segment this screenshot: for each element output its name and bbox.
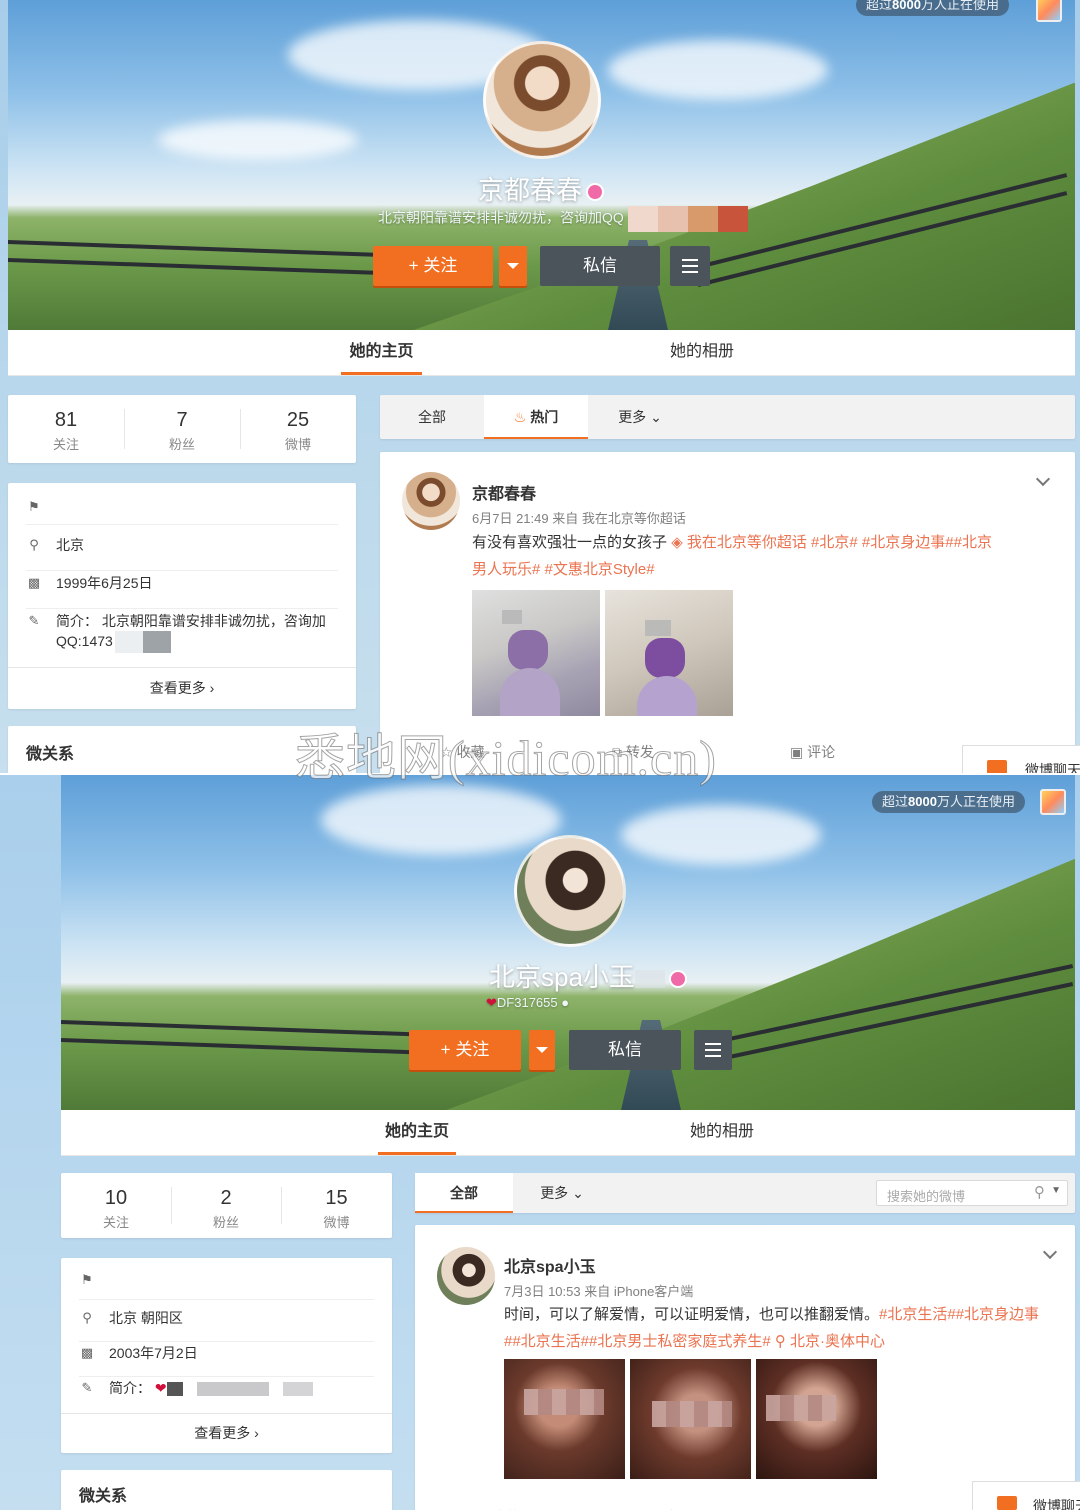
location-pin-icon: ⚲ xyxy=(82,1310,92,1325)
follow-counts: 81 关注 7 粉丝 25 微博 xyxy=(8,395,356,463)
member-badge-icon xyxy=(668,970,687,989)
posts-count[interactable]: 15 微博 xyxy=(281,1173,392,1238)
post-image[interactable] xyxy=(630,1359,751,1479)
lock-icon: ● xyxy=(561,995,570,1010)
post-meta: 7月3日 10:53 来自 iPhone客户端 xyxy=(504,1284,694,1299)
menu-icon xyxy=(705,1043,721,1045)
following-count[interactable]: 10 关注 xyxy=(61,1173,171,1238)
tab-more[interactable]: 更多 ⌄ xyxy=(588,395,692,439)
tab-all[interactable]: 全部 xyxy=(415,1173,513,1213)
chevron-down-icon[interactable] xyxy=(1042,1244,1058,1260)
message-button[interactable]: 私信 xyxy=(540,246,660,286)
site-watermark: 悉地网(xidicom.cn) xyxy=(295,730,717,787)
feed-filter-tabs: 全部 更多 ⌄ 搜索她的微博 ⚲ ▼ xyxy=(415,1173,1075,1213)
search-icon[interactable]: ⚲ xyxy=(1034,1183,1045,1201)
post-text: 时间，可以了解爱情，可以证明爱情，也可以推翻爱情。#北京生活##北京身边事 ##… xyxy=(504,1306,1040,1350)
bookmark-icon: ⚑ xyxy=(28,499,40,514)
chevron-down-icon[interactable]: ▼ xyxy=(1051,1185,1061,1196)
qr-code-icon[interactable] xyxy=(1036,0,1062,22)
search-input[interactable]: 搜索她的微博 ⚲ ▼ xyxy=(876,1180,1068,1206)
profile-screenshot-1: 超过8000万人正在使用 京都春春 北京朝阳靠谱安排非诚勿扰，咨询加QQ + 关… xyxy=(0,0,1080,773)
profile-subline: ❤DF317655 ● xyxy=(486,995,570,1010)
profile-screenshot-2: 超过8000万人正在使用 北京spa小玉 ❤DF317655 ● + 关注 私信… xyxy=(0,775,1080,1510)
followers-count[interactable]: 2 粉丝 xyxy=(171,1173,281,1238)
post-image[interactable] xyxy=(472,590,600,716)
mail-icon xyxy=(997,1496,1017,1510)
avatar[interactable] xyxy=(514,835,626,947)
followers-count[interactable]: 7 粉丝 xyxy=(124,395,240,463)
follow-dropdown-button[interactable] xyxy=(499,246,527,286)
chat-widget[interactable]: 微博聊天 xyxy=(962,745,1080,773)
posts-count[interactable]: 25 微博 xyxy=(240,395,356,463)
bio-row: ✎ 简介： ❤ xyxy=(79,1378,374,1410)
cake-icon: ▩ xyxy=(80,1345,94,1360)
birthday-row: ▩ 1999年6月25日 xyxy=(26,573,338,609)
post-image[interactable] xyxy=(504,1359,625,1479)
location-pin-icon: ⚲ xyxy=(774,1333,791,1350)
profile-info-card: ⚑ ⚲ 北京 朝阳区 ▩ 2003年7月2日 ✎ 简介： ❤ 查看更多 › xyxy=(61,1258,392,1453)
user-count-badge: 超过8000万人正在使用 xyxy=(856,0,1009,16)
cake-icon: ▩ xyxy=(27,575,41,590)
post-text: 有没有喜欢强壮一点的女孩子 ◈ 我在北京等你超话 #北京# #北京身边事##北京… xyxy=(472,534,992,578)
post-image[interactable] xyxy=(756,1359,877,1479)
bookmark-icon: ⚑ xyxy=(81,1272,93,1287)
tab-album[interactable]: 她的相册 xyxy=(660,330,744,375)
mail-icon xyxy=(987,760,1007,773)
heart-icon: ❤ xyxy=(154,1380,167,1396)
location-row: ⚲ 北京 xyxy=(26,535,338,571)
following-count[interactable]: 81 关注 xyxy=(8,395,124,463)
qr-code-icon[interactable] xyxy=(1040,789,1066,815)
tab-home[interactable]: 她的主页 xyxy=(341,330,422,375)
avatar[interactable] xyxy=(483,41,601,159)
message-button[interactable]: 私信 xyxy=(569,1030,681,1070)
post-author[interactable]: 北京spa小玉 xyxy=(504,1253,596,1277)
follow-button[interactable]: + 关注 xyxy=(373,246,493,286)
member-badge-icon xyxy=(586,183,605,202)
bio-row: ✎ 简介： 北京朝阳靠谱安排非诚勿扰，咨询加 QQ:1473 xyxy=(26,611,338,657)
birthday-row: ▩ 2003年7月2日 xyxy=(79,1343,374,1377)
post-author[interactable]: 京都春春 xyxy=(472,480,536,504)
edit-icon: ✎ xyxy=(28,613,40,628)
supertopic-icon: ◈ xyxy=(671,534,687,551)
profile-nickname: 北京spa小玉 xyxy=(489,957,687,994)
menu-icon xyxy=(682,259,698,261)
chat-widget[interactable]: 微博聊天 xyxy=(972,1481,1080,1510)
more-menu-button[interactable] xyxy=(670,246,710,286)
location-pin-icon: ⚲ xyxy=(29,537,39,552)
post-avatar[interactable] xyxy=(402,472,460,530)
tab-home[interactable]: 她的主页 xyxy=(378,1110,456,1155)
edit-icon: ✎ xyxy=(81,1380,93,1395)
tab-all[interactable]: 全部 xyxy=(380,395,484,439)
follow-dropdown-button[interactable] xyxy=(529,1030,555,1070)
profile-tabs: 她的主页 她的相册 xyxy=(61,1110,1075,1156)
heart-icon: ❤ xyxy=(486,995,497,1010)
post-avatar[interactable] xyxy=(437,1247,495,1305)
profile-intro: 北京朝阳靠谱安排非诚勿扰，咨询加QQ xyxy=(378,206,748,232)
tab-hot[interactable]: ♨ 热门 xyxy=(484,395,588,439)
post-image[interactable] xyxy=(605,590,733,716)
relations-card: 微关系 xyxy=(61,1470,392,1510)
more-menu-button[interactable] xyxy=(694,1030,732,1070)
follow-counts: 10 关注 2 粉丝 15 微博 xyxy=(61,1173,392,1238)
comment-button[interactable]: ▣ 评论 xyxy=(790,742,835,762)
user-count-badge: 超过8000万人正在使用 xyxy=(872,791,1025,813)
profile-nickname: 京都春春 xyxy=(478,170,605,207)
chevron-down-icon[interactable] xyxy=(1035,471,1051,487)
view-more-link[interactable]: 查看更多 › xyxy=(61,1413,392,1453)
view-more-link[interactable]: 查看更多 › xyxy=(8,667,356,709)
profile-info-card: ⚑ ⚲ 北京 ▩ 1999年6月25日 ✎ 简介： 北京朝阳靠谱安排非诚勿扰，咨询加 Q… xyxy=(8,483,356,709)
feed-filter-tabs: 全部 ♨ 热门 更多 ⌄ xyxy=(380,395,1075,439)
follow-button[interactable]: + 关注 xyxy=(409,1030,521,1070)
tab-more[interactable]: 更多 ⌄ xyxy=(513,1173,611,1213)
post-meta: 6月7日 21:49 来自 我在北京等你超话 xyxy=(472,511,686,526)
location-row: ⚲ 北京 朝阳区 xyxy=(79,1308,374,1342)
tab-album[interactable]: 她的相册 xyxy=(681,1110,763,1155)
weibo-post: 北京spa小玉 7月3日 10:53 来自 iPhone客户端 时间，可以了解爱… xyxy=(415,1225,1075,1510)
profile-tabs: 她的主页 她的相册 xyxy=(8,330,1075,376)
flame-icon: ♨ xyxy=(513,409,527,425)
